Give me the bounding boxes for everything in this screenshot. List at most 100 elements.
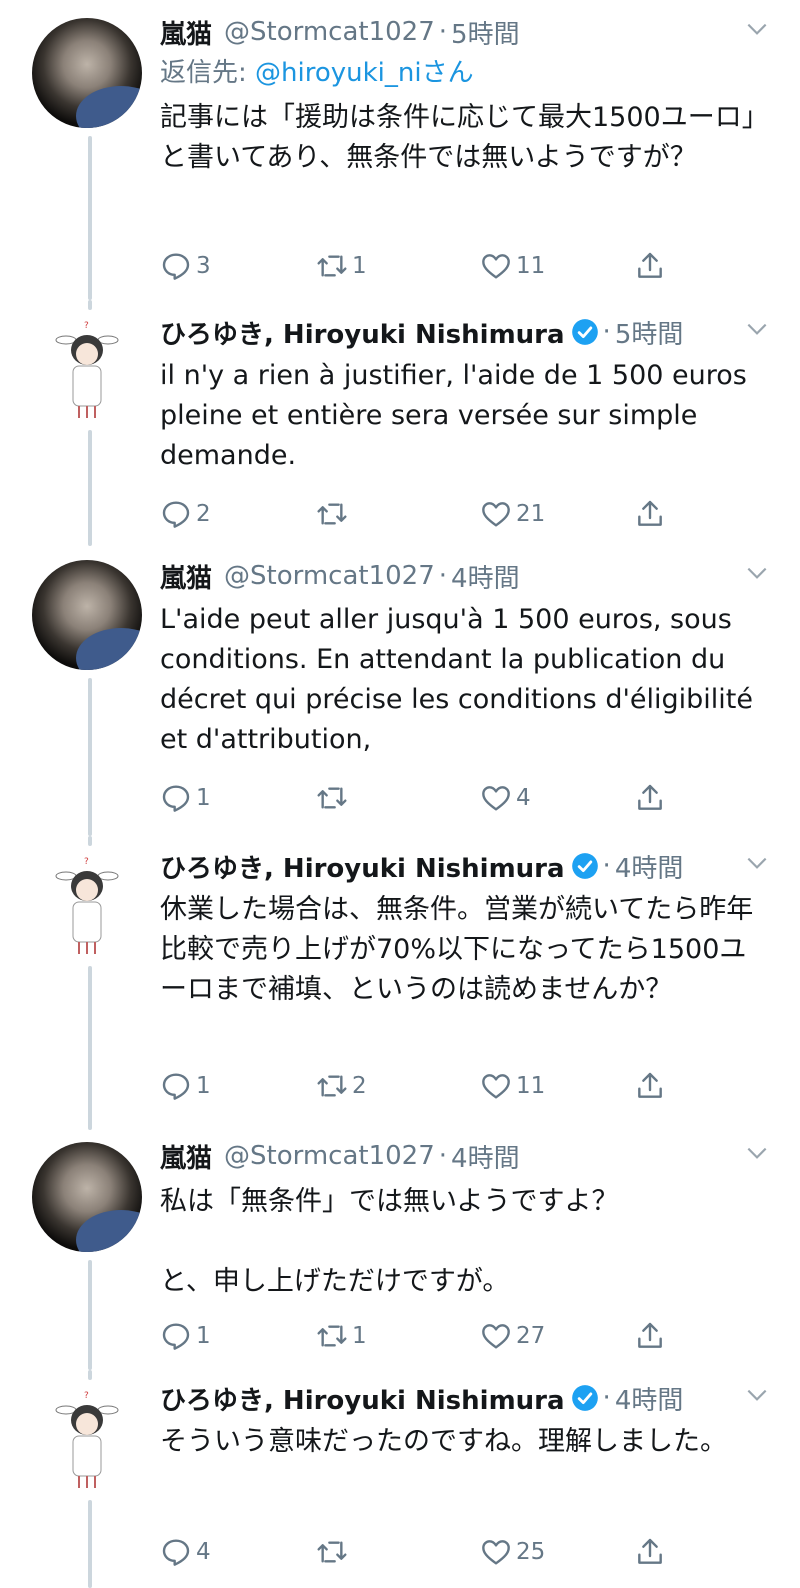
reply-button[interactable]: 1 [160, 1320, 211, 1352]
retweet-button[interactable]: 1 [316, 250, 367, 282]
retweet-icon [317, 1325, 347, 1347]
share-button[interactable] [634, 1320, 666, 1352]
display-name[interactable]: ひろゆき, Hiroyuki Nishimura [160, 848, 565, 885]
retweet-icon [317, 787, 347, 809]
avatar[interactable] [32, 560, 142, 670]
retweet-icon [317, 255, 347, 277]
avatar[interactable]: ? [32, 850, 142, 960]
tweet-actions: 1 1 27 [160, 1316, 680, 1356]
svg-text:?: ? [84, 321, 89, 331]
separator: · [602, 851, 611, 881]
retweet-button[interactable] [316, 782, 352, 814]
separator: · [602, 317, 611, 347]
reply-count: 4 [196, 1539, 211, 1565]
reply-count: 2 [196, 501, 211, 527]
tweet-text: そういう意味だったのですね。理解しました。 [160, 1426, 727, 1457]
user-handle[interactable]: @Stormcat1027 [224, 1141, 435, 1171]
timestamp[interactable]: 4時間 [615, 1380, 684, 1417]
tweet[interactable]: 嵐猫 @Stormcat1027 · 4時間 L'aide peut aller… [0, 546, 800, 836]
thread-line [88, 136, 92, 300]
tweet-text: il n'y a rien à justifier, l'aide de 1 5… [160, 360, 756, 471]
display-name[interactable]: 嵐猫 [160, 14, 212, 51]
tweet[interactable]: 嵐猫 @Stormcat1027 · 4時間 私は「無条件」では無いようですよ？… [0, 1130, 800, 1370]
svg-text:?: ? [84, 857, 89, 867]
reply-count: 1 [196, 1323, 211, 1349]
retweet-button[interactable] [316, 1536, 352, 1568]
timestamp[interactable]: 5時間 [615, 314, 684, 351]
thread-line [88, 966, 92, 1130]
avatar[interactable] [32, 18, 142, 128]
avatar[interactable]: ? [32, 314, 142, 424]
timestamp[interactable]: 4時間 [451, 1138, 520, 1175]
reply-icon [162, 1539, 190, 1566]
like-button[interactable]: 11 [480, 1070, 545, 1102]
reply-button[interactable]: 1 [160, 1070, 211, 1102]
tweet-text: 記事には「援助は条件に応じて最大1500ユーロ」と書いてあり、無条件では無いよう… [160, 102, 769, 173]
chevron-down-icon[interactable] [744, 1140, 770, 1166]
user-handle[interactable]: @Stormcat1027 [224, 561, 435, 591]
share-icon [638, 1072, 662, 1098]
tweet-header: 嵐猫 @Stormcat1027 · 5時間 [160, 12, 770, 52]
anime-character-icon: ? [55, 857, 119, 954]
share-icon [638, 1538, 662, 1564]
retweet-icon [317, 1075, 347, 1097]
reply-button[interactable]: 1 [160, 782, 211, 814]
reply-button[interactable]: 4 [160, 1536, 211, 1568]
heart-icon [482, 1540, 510, 1565]
user-handle[interactable]: @Stormcat1027 [224, 17, 435, 47]
chevron-down-icon[interactable] [744, 316, 770, 342]
share-button[interactable] [634, 782, 666, 814]
display-name[interactable]: 嵐猫 [160, 558, 212, 595]
timestamp[interactable]: 5時間 [451, 14, 520, 51]
like-button[interactable]: 21 [480, 498, 545, 530]
tweet-text: 休業した場合は、無条件。営業が続いてたら昨年比較で売り上げが70%以下になってた… [160, 894, 754, 1005]
like-count: 11 [516, 253, 546, 279]
retweet-button[interactable]: 1 [316, 1320, 367, 1352]
chevron-down-icon[interactable] [744, 850, 770, 876]
reply-mention[interactable]: @hiroyuki_ni [255, 58, 422, 88]
avatar[interactable]: ? [32, 1384, 142, 1494]
reply-icon [162, 253, 190, 280]
retweet-button[interactable] [316, 498, 352, 530]
heart-icon [482, 502, 510, 527]
timestamp[interactable]: 4時間 [615, 848, 684, 885]
share-button[interactable] [634, 498, 666, 530]
thread-line [88, 678, 92, 836]
retweet-button[interactable]: 2 [316, 1070, 367, 1102]
chevron-down-icon[interactable] [744, 560, 770, 586]
chevron-down-icon[interactable] [744, 16, 770, 42]
display-name[interactable]: ひろゆき, Hiroyuki Nishimura [160, 1380, 565, 1417]
tweet-actions: 2 21 [160, 494, 680, 534]
anime-character-icon: ? [55, 321, 119, 418]
tweet-actions: 1 2 11 [160, 1066, 680, 1106]
share-button[interactable] [634, 1070, 666, 1102]
tweet[interactable]: ? ひろゆき, Hiroyuki Nishimura · 4時間 休業した場合は… [0, 836, 800, 1130]
timestamp[interactable]: 4時間 [451, 558, 520, 595]
separator: · [438, 1141, 448, 1171]
like-button[interactable]: 27 [480, 1320, 545, 1352]
share-button[interactable] [634, 1536, 666, 1568]
tweet-header: ひろゆき, Hiroyuki Nishimura · 4時間 [160, 1378, 770, 1418]
share-button[interactable] [634, 250, 666, 282]
reply-button[interactable]: 3 [160, 250, 211, 282]
like-count: 25 [516, 1539, 546, 1565]
like-button[interactable]: 11 [480, 250, 545, 282]
like-button[interactable]: 4 [480, 782, 531, 814]
tweet[interactable]: 嵐猫 @Stormcat1027 · 5時間 返信先: @hiroyuki_ni… [0, 0, 800, 300]
tweet-actions: 1 4 [160, 778, 680, 818]
retweet-icon [317, 1541, 347, 1563]
reply-icon [162, 501, 190, 528]
display-name[interactable]: ひろゆき, Hiroyuki Nishimura [160, 314, 565, 351]
tweet[interactable]: ? ひろゆき, Hiroyuki Nishimura · 4時間 そういう意味だ… [0, 1370, 800, 1588]
tweet[interactable]: ? ひろゆき, Hiroyuki Nishimura · 5時間 il n'y … [0, 300, 800, 546]
reply-count: 3 [196, 253, 211, 279]
reply-to: 返信先: @hiroyuki_niさん [160, 54, 770, 92]
chevron-down-icon[interactable] [744, 1382, 770, 1408]
reply-button[interactable]: 2 [160, 498, 211, 530]
avatar[interactable] [32, 1142, 142, 1252]
thread-line [88, 836, 92, 846]
like-button[interactable]: 25 [480, 1536, 545, 1568]
separator: · [438, 17, 448, 47]
display-name[interactable]: 嵐猫 [160, 1138, 212, 1175]
separator: · [438, 561, 448, 591]
